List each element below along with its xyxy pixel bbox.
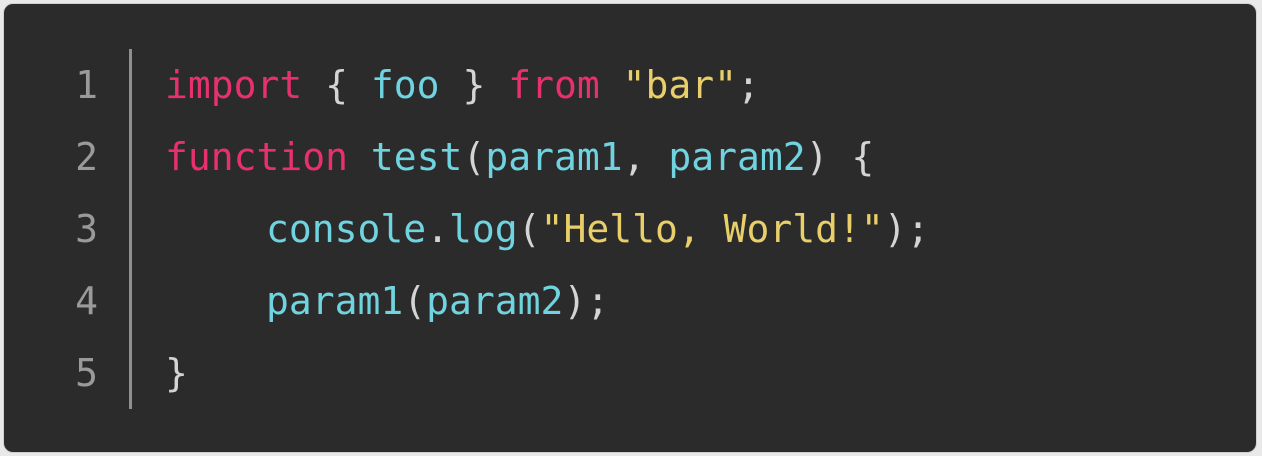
code-identifier: foo xyxy=(370,63,440,107)
code-punctuation: ) { xyxy=(805,135,875,179)
code-punctuation: } xyxy=(165,351,188,395)
code-block: 1 2 3 4 5 import { foo } from "bar"; fun… xyxy=(4,4,1256,452)
code-identifier: log xyxy=(449,207,518,251)
code-punctuation: ( xyxy=(403,279,427,323)
code-identifier: console xyxy=(266,207,427,251)
code-punctuation: } xyxy=(439,63,509,107)
code-punctuation: . xyxy=(426,207,450,251)
code-string: "bar" xyxy=(622,63,737,107)
code-identifier: param1 xyxy=(266,279,404,323)
line-number: 5 xyxy=(75,351,98,395)
code-keyword: function xyxy=(165,135,349,179)
code-content[interactable]: import { foo } from "bar"; function test… xyxy=(165,49,930,409)
code-keyword: from xyxy=(508,63,600,107)
code-line: function test(param1, param2) { xyxy=(165,121,930,193)
code-punctuation: ); xyxy=(563,279,610,323)
line-number: 1 xyxy=(75,63,98,107)
line-number-gutter: 1 2 3 4 5 xyxy=(4,4,104,452)
code-punctuation: ( xyxy=(517,207,541,251)
code-identifier: param1 xyxy=(485,135,623,179)
gutter-divider xyxy=(129,49,132,409)
code-keyword: import xyxy=(165,63,303,107)
code-identifier: test xyxy=(370,135,463,179)
code-punctuation xyxy=(600,63,623,107)
line-number: 4 xyxy=(75,279,98,323)
code-line: console.log("Hello, World!"); xyxy=(165,193,930,265)
code-punctuation: ( xyxy=(462,135,486,179)
code-line: import { foo } from "bar"; xyxy=(165,49,930,121)
code-line: } xyxy=(165,337,930,409)
code-punctuation: ); xyxy=(883,207,930,251)
code-punctuation: { xyxy=(302,63,371,107)
code-line: param1(param2); xyxy=(165,265,930,337)
code-identifier: param2 xyxy=(426,279,564,323)
code-punctuation xyxy=(348,135,371,179)
code-punctuation: , xyxy=(622,135,669,179)
line-number: 2 xyxy=(75,135,98,179)
code-identifier: param2 xyxy=(668,135,806,179)
code-punctuation: ; xyxy=(737,63,760,107)
code-string: "Hello, World!" xyxy=(540,207,884,251)
line-number: 3 xyxy=(75,207,98,251)
